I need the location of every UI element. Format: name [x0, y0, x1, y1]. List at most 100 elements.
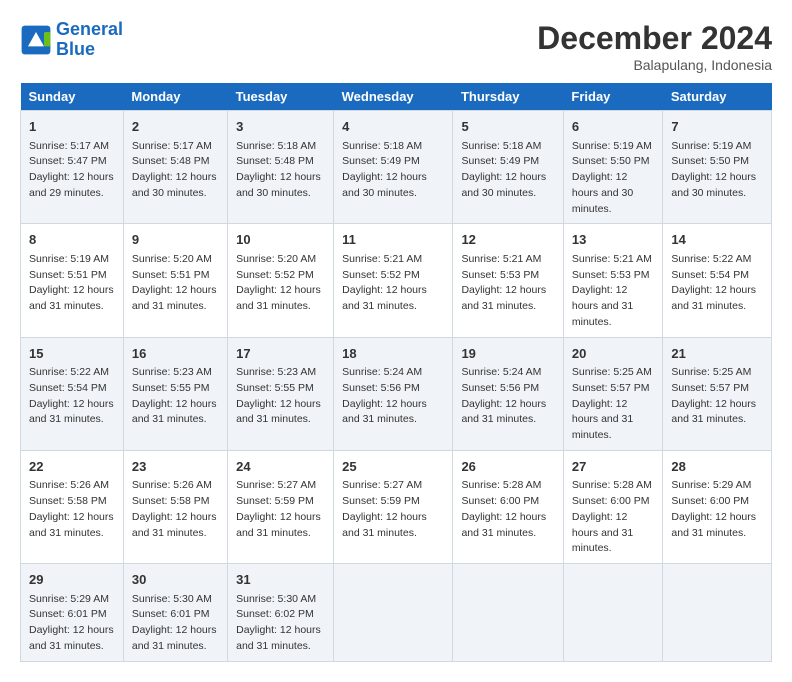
weekday-header-sunday: Sunday: [21, 83, 124, 111]
weekday-header-thursday: Thursday: [453, 83, 563, 111]
cell-content: Sunrise: 5:28 AM Sunset: 6:00 PM Dayligh…: [572, 478, 655, 557]
page-title: December 2024: [537, 20, 772, 57]
daylight-label: Daylight: 12 hours and 31 minutes.: [29, 284, 114, 312]
cell-content: Sunrise: 5:29 AM Sunset: 6:01 PM Dayligh…: [29, 592, 115, 655]
daylight-label: Daylight: 12 hours and 29 minutes.: [29, 171, 114, 199]
calendar-cell: 31 Sunrise: 5:30 AM Sunset: 6:02 PM Dayl…: [228, 564, 334, 662]
sunset-label: Sunset: 5:50 PM: [671, 155, 749, 167]
weekday-header-friday: Friday: [563, 83, 663, 111]
sunset-label: Sunset: 5:59 PM: [236, 495, 314, 507]
cell-content: Sunrise: 5:26 AM Sunset: 5:58 PM Dayligh…: [29, 478, 115, 541]
day-number: 29: [29, 570, 115, 590]
daylight-label: Daylight: 12 hours and 31 minutes.: [132, 284, 217, 312]
sunrise-label: Sunrise: 5:20 AM: [132, 253, 212, 265]
sunrise-label: Sunrise: 5:21 AM: [342, 253, 422, 265]
cell-content: Sunrise: 5:30 AM Sunset: 6:02 PM Dayligh…: [236, 592, 325, 655]
daylight-label: Daylight: 12 hours and 31 minutes.: [461, 284, 546, 312]
title-block: December 2024 Balapulang, Indonesia: [537, 20, 772, 73]
sunset-label: Sunset: 5:56 PM: [461, 382, 539, 394]
logo-text: General Blue: [56, 20, 123, 60]
weekday-header-tuesday: Tuesday: [228, 83, 334, 111]
calendar-cell: 18 Sunrise: 5:24 AM Sunset: 5:56 PM Dayl…: [334, 337, 453, 450]
sunset-label: Sunset: 5:58 PM: [29, 495, 107, 507]
daylight-label: Daylight: 12 hours and 31 minutes.: [671, 511, 756, 539]
cell-content: Sunrise: 5:18 AM Sunset: 5:48 PM Dayligh…: [236, 139, 325, 202]
day-number: 13: [572, 230, 655, 250]
cell-content: Sunrise: 5:24 AM Sunset: 5:56 PM Dayligh…: [342, 365, 444, 428]
day-number: 11: [342, 230, 444, 250]
daylight-label: Daylight: 12 hours and 31 minutes.: [572, 284, 633, 328]
calendar-cell: 29 Sunrise: 5:29 AM Sunset: 6:01 PM Dayl…: [21, 564, 124, 662]
sunset-label: Sunset: 5:52 PM: [342, 269, 420, 281]
daylight-label: Daylight: 12 hours and 31 minutes.: [342, 511, 427, 539]
calendar-week-row: 29 Sunrise: 5:29 AM Sunset: 6:01 PM Dayl…: [21, 564, 772, 662]
day-number: 26: [461, 457, 554, 477]
day-number: 4: [342, 117, 444, 137]
day-number: 2: [132, 117, 219, 137]
day-number: 19: [461, 344, 554, 364]
daylight-label: Daylight: 12 hours and 31 minutes.: [29, 624, 114, 652]
calendar-body: 1 Sunrise: 5:17 AM Sunset: 5:47 PM Dayli…: [21, 111, 772, 662]
cell-content: Sunrise: 5:17 AM Sunset: 5:47 PM Dayligh…: [29, 139, 115, 202]
daylight-label: Daylight: 12 hours and 31 minutes.: [236, 511, 321, 539]
day-number: 9: [132, 230, 219, 250]
cell-content: Sunrise: 5:27 AM Sunset: 5:59 PM Dayligh…: [342, 478, 444, 541]
cell-content: Sunrise: 5:28 AM Sunset: 6:00 PM Dayligh…: [461, 478, 554, 541]
daylight-label: Daylight: 12 hours and 31 minutes.: [572, 511, 633, 555]
cell-content: Sunrise: 5:22 AM Sunset: 5:54 PM Dayligh…: [29, 365, 115, 428]
daylight-label: Daylight: 12 hours and 31 minutes.: [132, 398, 217, 426]
calendar-cell: 19 Sunrise: 5:24 AM Sunset: 5:56 PM Dayl…: [453, 337, 563, 450]
cell-content: Sunrise: 5:22 AM Sunset: 5:54 PM Dayligh…: [671, 252, 763, 315]
calendar-cell: 17 Sunrise: 5:23 AM Sunset: 5:55 PM Dayl…: [228, 337, 334, 450]
sunrise-label: Sunrise: 5:24 AM: [342, 366, 422, 378]
sunrise-label: Sunrise: 5:19 AM: [29, 253, 109, 265]
calendar-week-row: 22 Sunrise: 5:26 AM Sunset: 5:58 PM Dayl…: [21, 450, 772, 563]
sunrise-label: Sunrise: 5:25 AM: [572, 366, 652, 378]
sunrise-label: Sunrise: 5:27 AM: [342, 479, 422, 491]
daylight-label: Daylight: 12 hours and 31 minutes.: [461, 398, 546, 426]
cell-content: Sunrise: 5:26 AM Sunset: 5:58 PM Dayligh…: [132, 478, 219, 541]
calendar-cell: 27 Sunrise: 5:28 AM Sunset: 6:00 PM Dayl…: [563, 450, 663, 563]
sunrise-label: Sunrise: 5:26 AM: [132, 479, 212, 491]
sunset-label: Sunset: 6:00 PM: [572, 495, 650, 507]
calendar-week-row: 1 Sunrise: 5:17 AM Sunset: 5:47 PM Dayli…: [21, 111, 772, 224]
sunrise-label: Sunrise: 5:21 AM: [572, 253, 652, 265]
calendar-cell: 5 Sunrise: 5:18 AM Sunset: 5:49 PM Dayli…: [453, 111, 563, 224]
cell-content: Sunrise: 5:19 AM Sunset: 5:50 PM Dayligh…: [671, 139, 763, 202]
calendar-cell: 2 Sunrise: 5:17 AM Sunset: 5:48 PM Dayli…: [123, 111, 227, 224]
day-number: 16: [132, 344, 219, 364]
sunrise-label: Sunrise: 5:26 AM: [29, 479, 109, 491]
cell-content: Sunrise: 5:25 AM Sunset: 5:57 PM Dayligh…: [671, 365, 763, 428]
weekday-header-saturday: Saturday: [663, 83, 772, 111]
calendar-cell: 28 Sunrise: 5:29 AM Sunset: 6:00 PM Dayl…: [663, 450, 772, 563]
day-number: 12: [461, 230, 554, 250]
day-number: 20: [572, 344, 655, 364]
page-subtitle: Balapulang, Indonesia: [537, 57, 772, 73]
daylight-label: Daylight: 12 hours and 31 minutes.: [236, 398, 321, 426]
cell-content: Sunrise: 5:20 AM Sunset: 5:52 PM Dayligh…: [236, 252, 325, 315]
daylight-label: Daylight: 12 hours and 31 minutes.: [29, 398, 114, 426]
cell-content: Sunrise: 5:23 AM Sunset: 5:55 PM Dayligh…: [236, 365, 325, 428]
calendar-cell: [563, 564, 663, 662]
sunset-label: Sunset: 5:50 PM: [572, 155, 650, 167]
sunrise-label: Sunrise: 5:29 AM: [29, 593, 109, 605]
calendar-cell: 6 Sunrise: 5:19 AM Sunset: 5:50 PM Dayli…: [563, 111, 663, 224]
daylight-label: Daylight: 12 hours and 31 minutes.: [671, 398, 756, 426]
calendar-header-row: SundayMondayTuesdayWednesdayThursdayFrid…: [21, 83, 772, 111]
logo: General Blue: [20, 20, 123, 60]
calendar-cell: [453, 564, 563, 662]
daylight-label: Daylight: 12 hours and 31 minutes.: [342, 398, 427, 426]
sunrise-label: Sunrise: 5:24 AM: [461, 366, 541, 378]
calendar-cell: 14 Sunrise: 5:22 AM Sunset: 5:54 PM Dayl…: [663, 224, 772, 337]
sunset-label: Sunset: 6:01 PM: [29, 608, 107, 620]
calendar-cell: 4 Sunrise: 5:18 AM Sunset: 5:49 PM Dayli…: [334, 111, 453, 224]
cell-content: Sunrise: 5:17 AM Sunset: 5:48 PM Dayligh…: [132, 139, 219, 202]
daylight-label: Daylight: 12 hours and 31 minutes.: [342, 284, 427, 312]
cell-content: Sunrise: 5:19 AM Sunset: 5:50 PM Dayligh…: [572, 139, 655, 218]
day-number: 28: [671, 457, 763, 477]
sunrise-label: Sunrise: 5:30 AM: [132, 593, 212, 605]
page-header: General Blue December 2024 Balapulang, I…: [20, 20, 772, 73]
cell-content: Sunrise: 5:21 AM Sunset: 5:53 PM Dayligh…: [461, 252, 554, 315]
sunset-label: Sunset: 5:47 PM: [29, 155, 107, 167]
calendar-cell: 1 Sunrise: 5:17 AM Sunset: 5:47 PM Dayli…: [21, 111, 124, 224]
